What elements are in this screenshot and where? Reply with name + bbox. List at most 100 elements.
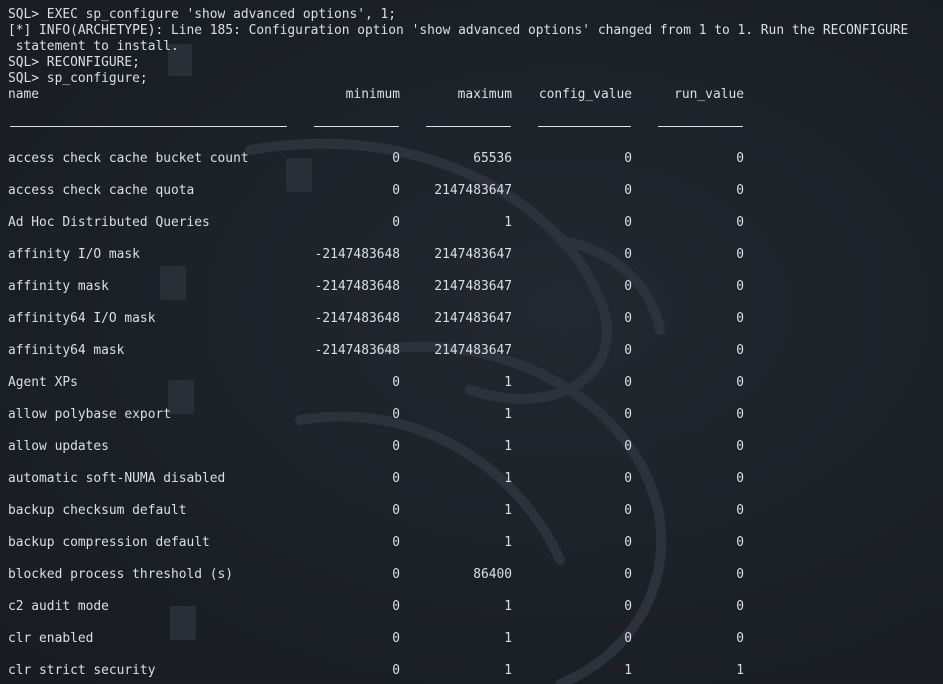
header-maximum: maximum — [457, 87, 512, 102]
cell-minimum: 0 — [392, 439, 400, 454]
cell-name: clr strict security — [8, 663, 156, 678]
cell-run-value: 0 — [736, 567, 744, 582]
cell-config-value: 1 — [624, 663, 632, 678]
cell-config-value: 0 — [624, 343, 632, 358]
cell-name: affinity mask — [8, 279, 109, 294]
cell-minimum: 0 — [392, 663, 400, 678]
cell-maximum: 2147483647 — [434, 183, 512, 198]
cell-run-value: 0 — [736, 151, 744, 166]
cell-config-value: 0 — [624, 247, 632, 262]
cell-config-value: 0 — [624, 599, 632, 614]
cell-name: allow updates — [8, 439, 109, 454]
cell-minimum: 0 — [392, 183, 400, 198]
cell-name: blocked process threshold (s) — [8, 567, 234, 582]
console-line-info: [*] INFO(ARCHETYPE): Line 185: Configura… — [8, 23, 909, 38]
cell-run-value: 0 — [736, 631, 744, 646]
cell-run-value: 0 — [736, 407, 744, 422]
cell-minimum: -2147483648 — [314, 247, 400, 262]
header-rule-config-value — [538, 126, 631, 127]
cell-run-value: 1 — [736, 663, 744, 678]
console-line-sp-configure: SQL> sp_configure; — [8, 71, 148, 86]
cell-minimum: 0 — [392, 567, 400, 582]
cell-minimum: -2147483648 — [314, 279, 400, 294]
cell-config-value: 0 — [624, 183, 632, 198]
cell-config-value: 0 — [624, 631, 632, 646]
cell-maximum: 86400 — [473, 567, 512, 582]
header-name: name — [8, 87, 40, 102]
cell-minimum: 0 — [392, 471, 400, 486]
cell-minimum: 0 — [392, 535, 400, 550]
cell-name: c2 audit mode — [8, 599, 109, 614]
cell-name: affinity64 I/O mask — [8, 311, 156, 326]
cell-name: Agent XPs — [8, 375, 78, 390]
cell-minimum: 0 — [392, 503, 400, 518]
cell-name: clr enabled — [8, 631, 94, 646]
cell-config-value: 0 — [624, 151, 632, 166]
cell-maximum: 2147483647 — [434, 247, 512, 262]
header-rule-minimum — [314, 126, 399, 127]
cell-config-value: 0 — [624, 215, 632, 230]
cell-run-value: 0 — [736, 343, 744, 358]
cell-maximum: 65536 — [473, 151, 512, 166]
cell-maximum: 1 — [504, 631, 512, 646]
cell-name: backup compression default — [8, 535, 210, 550]
header-rule-run-value — [658, 126, 743, 127]
cell-name: automatic soft-NUMA disabled — [8, 471, 226, 486]
cell-run-value: 0 — [736, 183, 744, 198]
cell-minimum: 0 — [392, 599, 400, 614]
cell-maximum: 2147483647 — [434, 343, 512, 358]
console-line-exec: SQL> EXEC sp_configure 'show advanced op… — [8, 7, 397, 22]
cell-name: access check cache bucket count — [8, 151, 249, 166]
cell-name: allow polybase export — [8, 407, 171, 422]
cell-run-value: 0 — [736, 503, 744, 518]
cell-config-value: 0 — [624, 311, 632, 326]
cell-maximum: 1 — [504, 375, 512, 390]
cell-run-value: 0 — [736, 599, 744, 614]
cell-maximum: 1 — [504, 471, 512, 486]
cell-config-value: 0 — [624, 503, 632, 518]
cell-minimum: 0 — [392, 375, 400, 390]
cell-run-value: 0 — [736, 279, 744, 294]
cell-run-value: 0 — [736, 375, 744, 390]
cell-minimum: -2147483648 — [314, 311, 400, 326]
cell-maximum: 2147483647 — [434, 311, 512, 326]
terminal-window[interactable]: SQL> EXEC sp_configure 'show advanced op… — [0, 0, 943, 684]
cell-config-value: 0 — [624, 279, 632, 294]
cell-name: access check cache quota — [8, 183, 195, 198]
cell-name: Ad Hoc Distributed Queries — [8, 215, 210, 230]
cell-name: affinity I/O mask — [8, 247, 140, 262]
cell-name: backup checksum default — [8, 503, 187, 518]
cell-config-value: 0 — [624, 439, 632, 454]
cell-maximum: 1 — [504, 439, 512, 454]
cell-config-value: 0 — [624, 407, 632, 422]
cell-maximum: 2147483647 — [434, 279, 512, 294]
cell-run-value: 0 — [736, 535, 744, 550]
cell-maximum: 1 — [504, 535, 512, 550]
header-run-value: run_value — [674, 87, 744, 102]
cell-run-value: 0 — [736, 439, 744, 454]
header-config-value: config_value — [538, 87, 632, 102]
cell-config-value: 0 — [624, 471, 632, 486]
console-line-reconfigure: SQL> RECONFIGURE; — [8, 55, 140, 70]
cell-run-value: 0 — [736, 311, 744, 326]
header-rule-name — [10, 126, 287, 127]
console-line-info-cont: statement to install. — [8, 39, 179, 54]
cell-maximum: 1 — [504, 407, 512, 422]
cell-minimum: -2147483648 — [314, 343, 400, 358]
cell-maximum: 1 — [504, 663, 512, 678]
header-rule-maximum — [426, 126, 511, 127]
cell-maximum: 1 — [504, 599, 512, 614]
cell-run-value: 0 — [736, 247, 744, 262]
cell-config-value: 0 — [624, 567, 632, 582]
header-minimum: minimum — [345, 87, 400, 102]
cell-maximum: 1 — [504, 215, 512, 230]
cell-minimum: 0 — [392, 631, 400, 646]
cell-config-value: 0 — [624, 535, 632, 550]
cell-run-value: 0 — [736, 215, 744, 230]
cell-minimum: 0 — [392, 215, 400, 230]
cell-maximum: 1 — [504, 503, 512, 518]
cell-minimum: 0 — [392, 151, 400, 166]
cell-run-value: 0 — [736, 471, 744, 486]
cell-minimum: 0 — [392, 407, 400, 422]
cell-config-value: 0 — [624, 375, 632, 390]
